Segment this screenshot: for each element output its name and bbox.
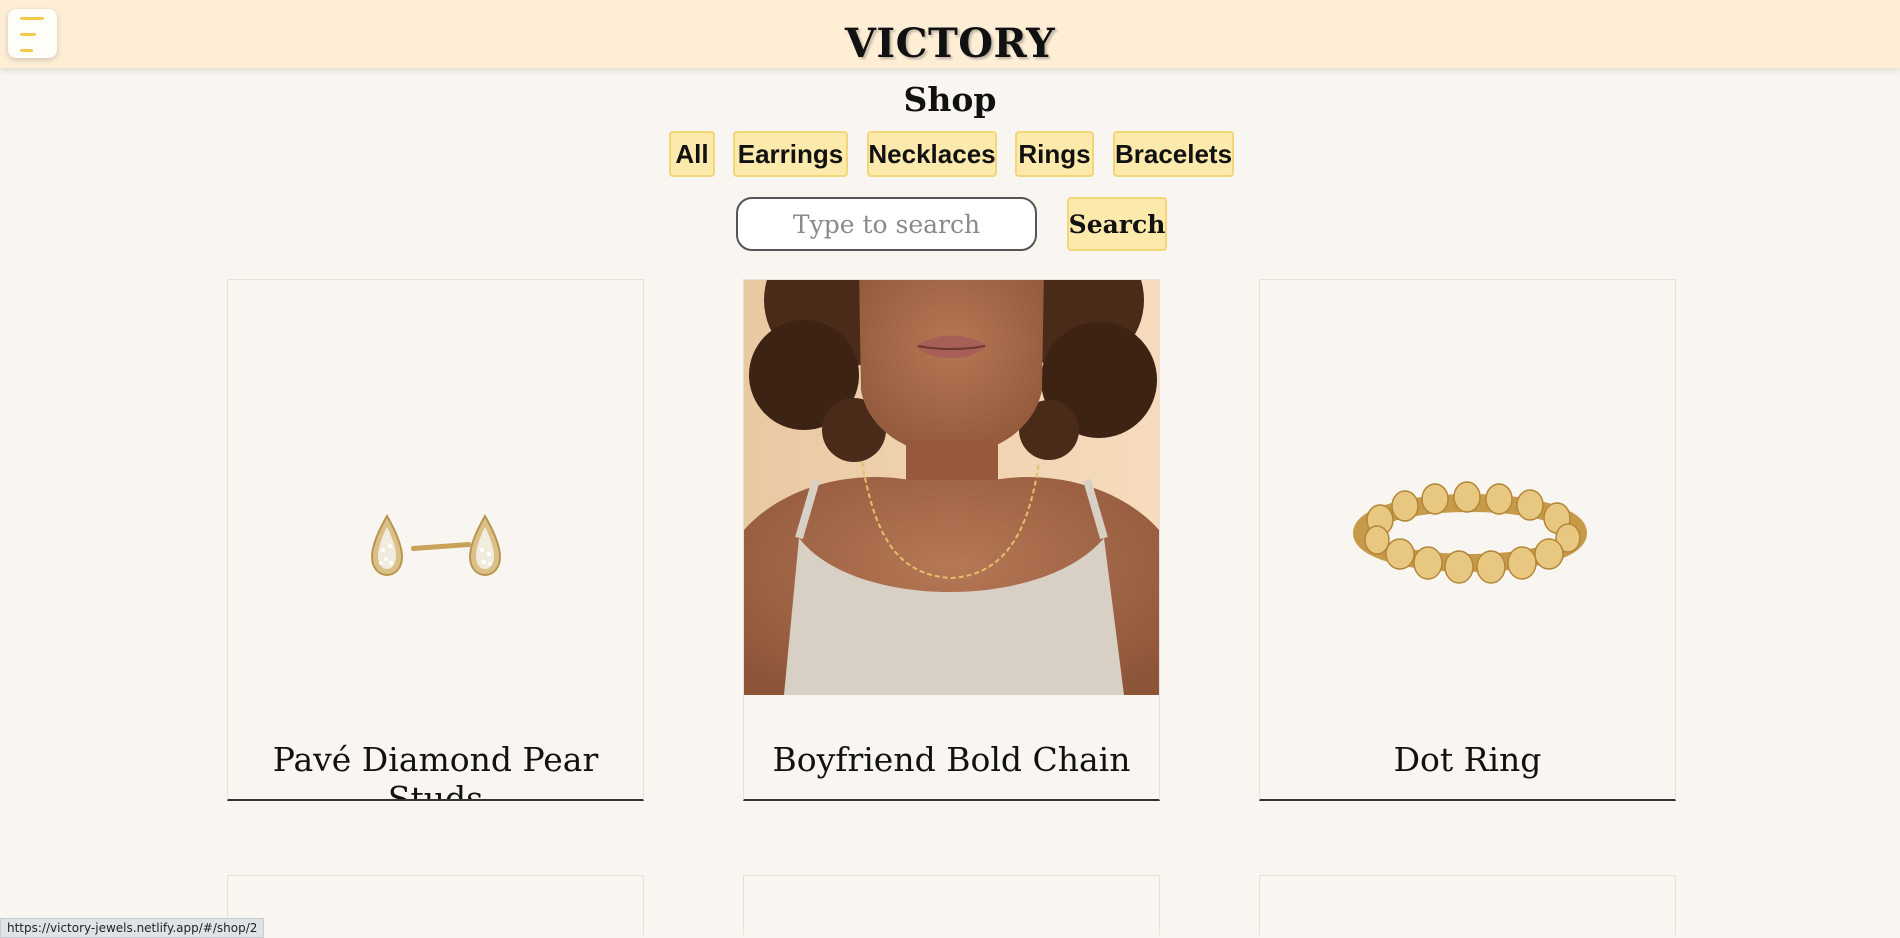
filter-bracelets-button[interactable]: Bracelets: [1113, 131, 1234, 177]
product-card[interactable]: [1259, 875, 1676, 935]
product-card[interactable]: Pavé Diamond Pear Studs: [227, 279, 644, 801]
filter-necklaces-button[interactable]: Necklaces: [867, 131, 997, 177]
product-card[interactable]: [227, 875, 644, 935]
gold-dot-ring-image: [1260, 280, 1675, 695]
filter-earrings-button[interactable]: Earrings: [733, 131, 848, 177]
search-button[interactable]: Search: [1067, 197, 1167, 251]
model-wearing-chain-necklace-image: [744, 280, 1159, 695]
product-name: Boyfriend Bold Chain: [772, 740, 1131, 779]
filter-all-button[interactable]: All: [669, 131, 715, 177]
product-card[interactable]: Dot Ring: [1259, 279, 1676, 801]
search-input[interactable]: [736, 197, 1037, 251]
link-status-bar: https://victory-jewels.netlify.app/#/sho…: [0, 918, 265, 938]
category-filters: All Earrings Necklaces Rings Bracelets: [0, 131, 1900, 177]
brand-logo[interactable]: VICTORY: [0, 20, 1900, 67]
product-name: Dot Ring: [1393, 740, 1542, 779]
product-card[interactable]: Boyfriend Bold Chain: [743, 279, 1160, 801]
pear-stud-earrings-image: [228, 280, 643, 695]
top-bar: VICTORY: [0, 0, 1900, 69]
product-card[interactable]: [743, 875, 1160, 935]
filter-rings-button[interactable]: Rings: [1015, 131, 1094, 177]
product-name: Pavé Diamond Pear Studs: [272, 740, 599, 801]
page-title: Shop: [903, 80, 997, 119]
